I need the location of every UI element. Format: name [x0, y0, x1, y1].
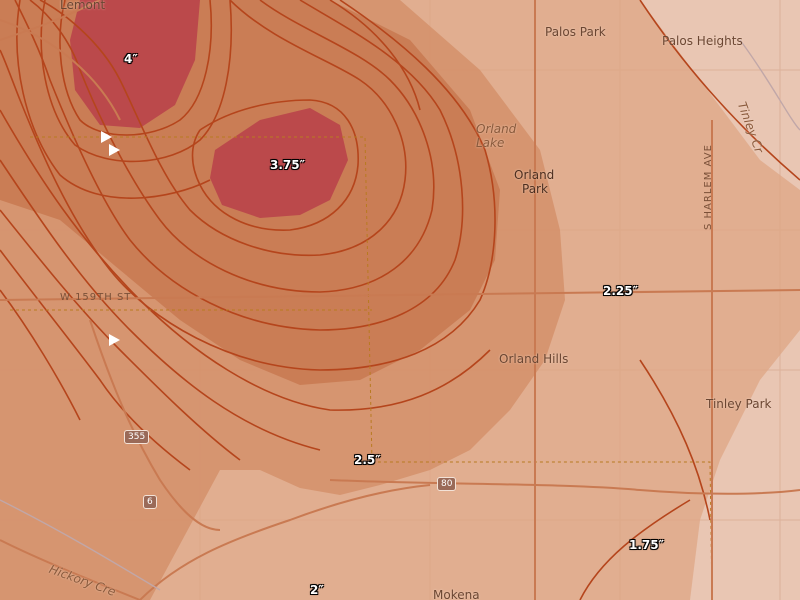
amount-label-4: 4″	[124, 52, 138, 66]
street-label-s-harlem-ave: S HARLEM AVE	[703, 144, 714, 230]
shield-i355-icon: 355	[124, 430, 150, 444]
place-orland-hills: Orland Hills	[499, 352, 569, 366]
report-marker-icon[interactable]	[109, 144, 120, 156]
place-orland-park-line2: Park	[522, 182, 548, 196]
amount-label-2: 2″	[310, 583, 324, 597]
report-marker-icon[interactable]	[109, 334, 120, 346]
amount-label-1-75: 1.75″	[629, 538, 664, 552]
place-orland-lake-line1: Orland	[476, 122, 517, 136]
place-orland-park-line1: Orland	[514, 168, 555, 182]
place-lemont: Lemont	[60, 0, 106, 12]
amount-label-2-5: 2.5″	[354, 453, 381, 467]
amount-label-2-25: 2.25″	[603, 284, 638, 298]
report-marker-icon[interactable]	[101, 131, 112, 143]
place-palos-park: Palos Park	[545, 25, 606, 39]
street-label-w-159th-st: W 159TH ST	[60, 292, 132, 303]
amount-label-3-75: 3.75″	[270, 158, 305, 172]
place-tinley-park: Tinley Park	[706, 397, 772, 411]
snowfall-map[interactable]: Lemont Palos Park Palos Heights Orland L…	[0, 0, 800, 600]
shield-i80-icon: 80	[437, 477, 457, 491]
shield-us6-icon: 6	[143, 495, 157, 509]
place-orland-lake-line2: Lake	[476, 136, 505, 150]
place-mokena: Mokena	[433, 588, 480, 600]
place-palos-heights: Palos Heights	[662, 34, 743, 48]
